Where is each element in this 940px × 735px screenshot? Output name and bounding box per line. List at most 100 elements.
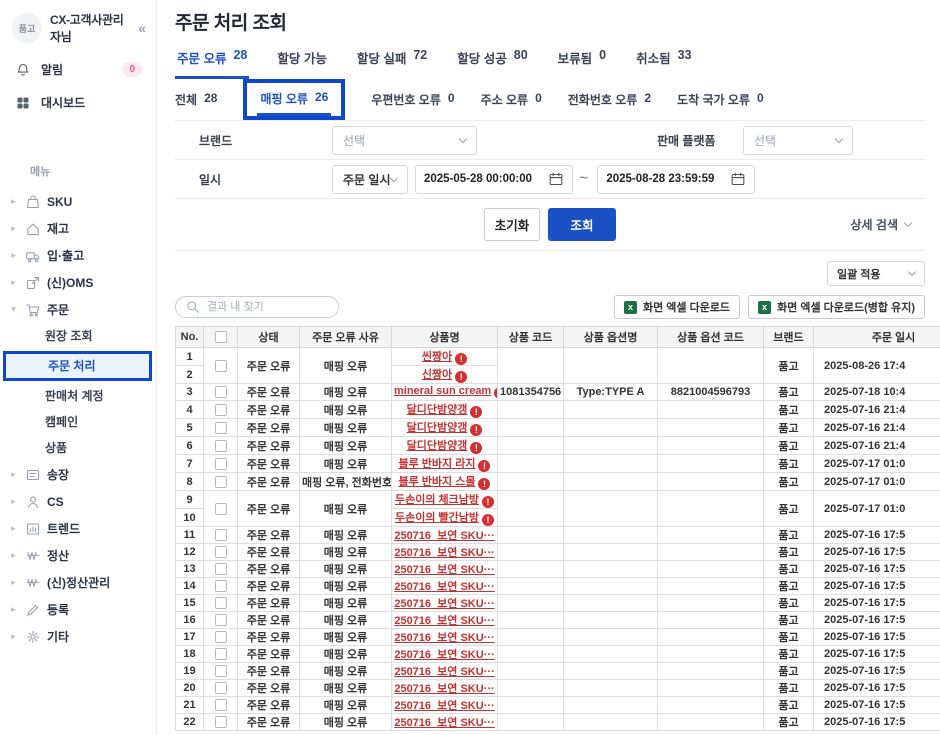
alert-icon[interactable]: ! — [478, 460, 490, 472]
sidebar-item-stock[interactable]: ▸재고 — [0, 215, 156, 242]
alert-icon[interactable]: ! — [478, 478, 490, 490]
subtab-country-error[interactable]: 도착 국가 오류0 — [677, 91, 764, 108]
row-number-cell: 18 — [176, 646, 204, 663]
row-checkbox[interactable] — [215, 503, 227, 515]
product-link[interactable]: 신짱아 — [422, 369, 452, 381]
subtab-address-error[interactable]: 주소 오류0 — [481, 91, 542, 108]
sidebar-subitem-campaign[interactable]: 캠페인 — [0, 409, 156, 435]
tab-canceled[interactable]: 취소됨33 — [634, 48, 693, 76]
product-link[interactable]: mineral sun cream — [394, 385, 491, 397]
bulk-apply-select[interactable]: 일괄 적용 — [827, 261, 925, 286]
platform-select[interactable]: 선택 — [743, 126, 853, 155]
subtab-zipcode-error[interactable]: 우편번호 오류0 — [371, 91, 454, 108]
sidebar-item-notifications[interactable]: 알림 0 — [0, 53, 156, 86]
product-link[interactable]: 250716_보연 SKU··· — [394, 564, 494, 576]
subtab-mapping-error[interactable]: 매핑 오류26 — [257, 90, 331, 116]
product-link[interactable]: 달디단밤양갱 — [407, 422, 468, 434]
product-link[interactable]: 250716_보연 SKU··· — [394, 615, 494, 627]
sidebar-item-invoice[interactable]: ▸송장 — [0, 461, 156, 488]
subtab-all[interactable]: 전체28 — [175, 91, 217, 108]
sidebar-item-trend[interactable]: ▸트렌드 — [0, 515, 156, 542]
reset-button[interactable]: 초기화 — [484, 208, 540, 241]
product-link[interactable]: 250716_보연 SKU··· — [394, 632, 494, 644]
date-from-input[interactable]: 2025-05-28 00:00:00 — [415, 165, 573, 194]
product-link[interactable]: 달디단밤양갱 — [407, 404, 468, 416]
product-link[interactable]: 씬짱아 — [422, 351, 452, 363]
alert-icon[interactable]: ! — [455, 371, 467, 383]
excel-download-button[interactable]: x 화면 엑셀 다운로드 — [614, 295, 740, 319]
sidebar-item-new-oms[interactable]: ▸(신)OMS — [0, 269, 156, 296]
row-checkbox[interactable] — [215, 458, 227, 470]
row-checkbox[interactable] — [215, 648, 227, 660]
row-checkbox[interactable] — [215, 440, 227, 452]
row-checkbox[interactable] — [215, 563, 227, 575]
product-link[interactable]: 250716_보연 SKU··· — [394, 700, 494, 712]
alert-icon[interactable]: ! — [455, 353, 467, 365]
product-link[interactable]: 블루 반바지 스몰 — [399, 476, 476, 488]
tab-held[interactable]: 보류됨0 — [556, 48, 608, 76]
tab-assign-fail[interactable]: 할당 실패72 — [355, 48, 429, 76]
sidebar-subitem-order-processing[interactable]: 주문 처리 — [3, 351, 152, 381]
row-checkbox[interactable] — [215, 404, 227, 416]
alert-icon[interactable]: ! — [482, 514, 494, 526]
tab-assignable[interactable]: 할당 가능 — [275, 48, 328, 76]
sidebar-item-cs[interactable]: ▸CS — [0, 488, 156, 515]
brand-select[interactable]: 선택 — [332, 126, 477, 155]
product-link[interactable]: 250716_보연 SKU··· — [394, 683, 494, 695]
advanced-search-toggle[interactable]: 상세 검색 — [851, 216, 912, 233]
subtab-phone-error[interactable]: 전화번호 오류2 — [568, 91, 651, 108]
alert-icon[interactable]: ! — [470, 442, 482, 454]
row-checkbox[interactable] — [215, 422, 227, 434]
product-link[interactable]: 250716_보연 SKU··· — [394, 547, 494, 559]
sidebar-subitem-seller-accounts[interactable]: 판매처 계정 — [0, 383, 156, 409]
alert-icon[interactable]: ! — [470, 424, 482, 436]
sidebar-collapse-icon[interactable]: « — [138, 20, 146, 36]
product-link[interactable]: 250716_보연 SKU··· — [394, 666, 494, 678]
product-link[interactable]: 250716_보연 SKU··· — [394, 649, 494, 661]
home-icon — [24, 220, 41, 237]
sidebar-item-dashboard[interactable]: 대시보드 — [0, 86, 156, 119]
option-name-cell — [564, 491, 658, 527]
sidebar-subitem-products[interactable]: 상품 — [0, 435, 156, 461]
product-link[interactable]: 250716_보연 SKU··· — [394, 530, 494, 542]
date-type-select[interactable]: 주문 일시 — [332, 165, 408, 194]
row-checkbox[interactable] — [215, 360, 227, 372]
row-checkbox[interactable] — [215, 529, 227, 541]
search-input[interactable] — [207, 301, 329, 313]
product-link[interactable]: 250716_보연 SKU··· — [394, 581, 494, 593]
column-header: 상태 — [238, 327, 300, 348]
sidebar-item-orders[interactable]: ▾주문 — [0, 296, 156, 323]
tab-assign-success[interactable]: 할당 성공80 — [455, 48, 529, 76]
row-checkbox[interactable] — [215, 716, 227, 728]
alert-icon[interactable]: ! — [470, 406, 482, 418]
row-checkbox[interactable] — [215, 614, 227, 626]
product-link[interactable]: 250716_보연 SKU··· — [394, 717, 494, 729]
sidebar-item-settlement[interactable]: ▸정산 — [0, 542, 156, 569]
sidebar-item-new-settlement[interactable]: ▸(신)정산관리 — [0, 569, 156, 596]
sidebar-item-etc[interactable]: ▸기타 — [0, 623, 156, 650]
row-checkbox[interactable] — [215, 699, 227, 711]
row-checkbox[interactable] — [215, 631, 227, 643]
excel-download-merge-button[interactable]: x 화면 엑셀 다운로드(병합 유지) — [748, 295, 925, 319]
date-to-input[interactable]: 2025-08-28 23:59:59 — [597, 165, 755, 194]
row-checkbox[interactable] — [215, 386, 227, 398]
row-checkbox[interactable] — [215, 580, 227, 592]
alert-icon[interactable]: ! — [482, 496, 494, 508]
row-checkbox[interactable] — [215, 597, 227, 609]
product-link[interactable]: 250716_보연 SKU··· — [394, 598, 494, 610]
row-checkbox[interactable] — [215, 665, 227, 677]
product-link[interactable]: 달디단밤양갱 — [407, 440, 468, 452]
sidebar-item-sku[interactable]: ▸SKU — [0, 188, 156, 215]
row-checkbox[interactable] — [215, 682, 227, 694]
query-button[interactable]: 조회 — [548, 208, 616, 241]
select-all-checkbox[interactable] — [215, 331, 227, 343]
row-checkbox[interactable] — [215, 476, 227, 488]
sidebar-item-register[interactable]: ▸등록 — [0, 596, 156, 623]
sidebar-item-in-out[interactable]: ▸입·출고 — [0, 242, 156, 269]
sidebar-subitem-ledger-search[interactable]: 원장 조회 — [0, 323, 156, 349]
tab-order-error[interactable]: 주문 오류28 — [175, 48, 249, 79]
row-checkbox[interactable] — [215, 546, 227, 558]
product-link[interactable]: 블루 반바지 라지 — [399, 458, 476, 470]
product-link[interactable]: 두손이의 빨간남방 — [395, 512, 479, 524]
product-link[interactable]: 두손이의 체크남방 — [395, 494, 479, 506]
